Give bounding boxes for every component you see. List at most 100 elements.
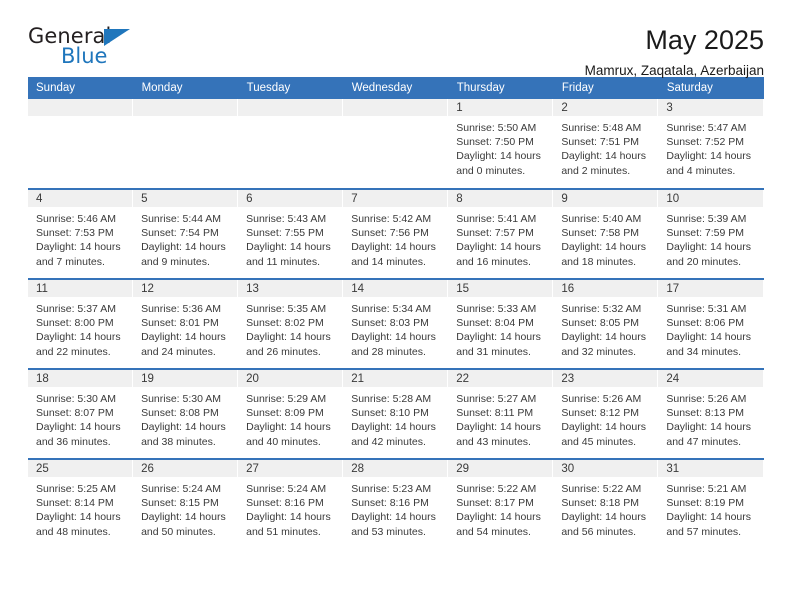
calendar-day-cell — [343, 99, 449, 189]
calendar-day-cell[interactable]: 26 Sunrise: 5:24 AM Sunset: 8:15 PM Dayl… — [133, 458, 239, 549]
calendar-day-cell[interactable]: 9 Sunrise: 5:40 AM Sunset: 7:58 PM Dayli… — [553, 188, 659, 279]
daylight-text-line1: Daylight: 14 hours — [561, 511, 646, 524]
calendar-day-cell[interactable]: 31 Sunrise: 5:21 AM Sunset: 8:19 PM Dayl… — [658, 458, 764, 549]
daylight-text-line1: Daylight: 14 hours — [666, 511, 752, 524]
calendar-day-cell[interactable]: 12 Sunrise: 5:36 AM Sunset: 8:01 PM Dayl… — [133, 278, 239, 369]
day-number: 10 — [658, 190, 764, 207]
calendar-day-cell[interactable]: 4 Sunrise: 5:46 AM Sunset: 7:53 PM Dayli… — [28, 188, 134, 279]
day-number: 25 — [28, 460, 134, 477]
calendar-day-cell[interactable]: 20 Sunrise: 5:29 AM Sunset: 8:09 PM Dayl… — [238, 368, 344, 459]
calendar-day-cell[interactable]: 3 Sunrise: 5:47 AM Sunset: 7:52 PM Dayli… — [658, 99, 764, 189]
sunset-text: Sunset: 8:08 PM — [141, 407, 219, 420]
calendar-day-cell[interactable]: 13 Sunrise: 5:35 AM Sunset: 8:02 PM Dayl… — [238, 278, 344, 369]
calendar-day-cell[interactable]: 30 Sunrise: 5:22 AM Sunset: 8:18 PM Dayl… — [553, 458, 659, 549]
calendar-day-cell[interactable]: 14 Sunrise: 5:34 AM Sunset: 8:03 PM Dayl… — [343, 278, 449, 369]
day-details: Sunrise: 5:28 AM Sunset: 8:10 PM Dayligh… — [343, 387, 448, 449]
day-number: 13 — [238, 280, 344, 297]
calendar-day-cell[interactable]: 5 Sunrise: 5:44 AM Sunset: 7:54 PM Dayli… — [133, 188, 239, 279]
daylight-text-line2: and 51 minutes. — [246, 525, 321, 538]
calendar-day-cell[interactable]: 6 Sunrise: 5:43 AM Sunset: 7:55 PM Dayli… — [238, 188, 344, 279]
sunset-text: Sunset: 8:19 PM — [666, 497, 745, 510]
calendar-day-cell[interactable]: 28 Sunrise: 5:23 AM Sunset: 8:16 PM Dayl… — [343, 458, 449, 549]
day-number: 30 — [553, 460, 659, 477]
sunrise-text: Sunrise: 5:47 AM — [666, 122, 747, 134]
daylight-text-line2: and 54 minutes. — [456, 525, 531, 538]
day-details: Sunrise: 5:47 AM Sunset: 7:52 PM Dayligh… — [658, 116, 763, 178]
day-number: 11 — [28, 280, 134, 297]
daylight-text-line2: and 40 minutes. — [246, 435, 321, 448]
daylight-text-line1: Daylight: 14 hours — [351, 331, 436, 344]
calendar-day-cell[interactable]: 25 Sunrise: 5:25 AM Sunset: 8:14 PM Dayl… — [28, 458, 134, 549]
calendar-day-cell[interactable]: 7 Sunrise: 5:42 AM Sunset: 7:56 PM Dayli… — [343, 188, 449, 279]
sunrise-text: Sunrise: 5:27 AM — [456, 393, 537, 405]
weekday-header-wednesday: Wednesday — [343, 77, 449, 99]
daylight-text-line2: and 53 minutes. — [351, 525, 426, 538]
calendar-day-cell[interactable]: 21 Sunrise: 5:28 AM Sunset: 8:10 PM Dayl… — [343, 368, 449, 459]
sunset-text: Sunset: 8:18 PM — [561, 497, 639, 510]
sunrise-text: Sunrise: 5:43 AM — [246, 213, 327, 225]
daylight-text-line1: Daylight: 14 hours — [246, 241, 331, 254]
calendar-day-cell[interactable]: 1 Sunrise: 5:50 AM Sunset: 7:50 PM Dayli… — [448, 99, 554, 189]
daylight-text-line2: and 9 minutes. — [141, 255, 210, 268]
sunrise-text: Sunrise: 5:31 AM — [666, 303, 747, 315]
daylight-text-line2: and 16 minutes. — [456, 255, 531, 268]
daylight-text-line1: Daylight: 14 hours — [456, 150, 541, 163]
weekday-header-row: Sunday Monday Tuesday Wednesday Thursday… — [28, 77, 765, 99]
daylight-text-line2: and 14 minutes. — [351, 255, 426, 268]
daylight-text-line2: and 57 minutes. — [666, 525, 742, 538]
day-number: 8 — [448, 190, 554, 207]
daylight-text-line1: Daylight: 14 hours — [141, 511, 226, 524]
day-details: Sunrise: 5:50 AM Sunset: 7:50 PM Dayligh… — [448, 116, 553, 178]
sunrise-text: Sunrise: 5:22 AM — [561, 483, 642, 495]
day-number: 9 — [553, 190, 659, 207]
calendar-day-cell[interactable]: 17 Sunrise: 5:31 AM Sunset: 8:06 PM Dayl… — [658, 278, 764, 369]
calendar-day-cell[interactable]: 18 Sunrise: 5:30 AM Sunset: 8:07 PM Dayl… — [28, 368, 134, 459]
day-number: 19 — [133, 370, 239, 387]
day-details: Sunrise: 5:26 AM Sunset: 8:12 PM Dayligh… — [553, 387, 658, 449]
sunset-text: Sunset: 8:02 PM — [246, 317, 324, 330]
weekday-header-thursday: Thursday — [448, 77, 554, 99]
daylight-text-line2: and 18 minutes. — [561, 255, 637, 268]
sunrise-text: Sunrise: 5:40 AM — [561, 213, 642, 225]
calendar-day-cell[interactable]: 23 Sunrise: 5:26 AM Sunset: 8:12 PM Dayl… — [553, 368, 659, 459]
calendar-day-cell[interactable]: 19 Sunrise: 5:30 AM Sunset: 8:08 PM Dayl… — [133, 368, 239, 459]
calendar-day-cell[interactable]: 24 Sunrise: 5:26 AM Sunset: 8:13 PM Dayl… — [658, 368, 764, 459]
calendar-page: General Blue May 2025 Mamrux, Zaqatala, … — [0, 0, 792, 612]
weekday-header-tuesday: Tuesday — [238, 77, 344, 99]
daylight-text-line2: and 28 minutes. — [351, 345, 426, 358]
calendar-day-cell[interactable]: 11 Sunrise: 5:37 AM Sunset: 8:00 PM Dayl… — [28, 278, 134, 369]
daylight-text-line1: Daylight: 14 hours — [561, 241, 646, 254]
daylight-text-line1: Daylight: 14 hours — [246, 421, 331, 434]
calendar-day-cell[interactable]: 27 Sunrise: 5:24 AM Sunset: 8:16 PM Dayl… — [238, 458, 344, 549]
calendar-day-cell[interactable]: 10 Sunrise: 5:39 AM Sunset: 7:59 PM Dayl… — [658, 188, 764, 279]
calendar-week-row: 1 Sunrise: 5:50 AM Sunset: 7:50 PM Dayli… — [28, 99, 764, 189]
sunset-text: Sunset: 8:06 PM — [666, 317, 745, 330]
calendar-day-cell[interactable]: 8 Sunrise: 5:41 AM Sunset: 7:57 PM Dayli… — [448, 188, 554, 279]
sunrise-text: Sunrise: 5:42 AM — [351, 213, 432, 225]
sunset-text: Sunset: 7:57 PM — [456, 227, 534, 240]
calendar-day-cell[interactable]: 22 Sunrise: 5:27 AM Sunset: 8:11 PM Dayl… — [448, 368, 554, 459]
daylight-text-line2: and 22 minutes. — [36, 345, 111, 358]
sunrise-text: Sunrise: 5:32 AM — [561, 303, 642, 315]
calendar-day-cell[interactable]: 2 Sunrise: 5:48 AM Sunset: 7:51 PM Dayli… — [553, 99, 659, 189]
sunrise-text: Sunrise: 5:50 AM — [456, 122, 537, 134]
sunset-text: Sunset: 8:10 PM — [351, 407, 429, 420]
day-number: 12 — [133, 280, 239, 297]
sunrise-text: Sunrise: 5:37 AM — [36, 303, 116, 315]
day-number: 20 — [238, 370, 344, 387]
day-number: 27 — [238, 460, 344, 477]
daylight-text-line2: and 45 minutes. — [561, 435, 637, 448]
sunset-text: Sunset: 8:04 PM — [456, 317, 534, 330]
calendar-day-cell[interactable]: 15 Sunrise: 5:33 AM Sunset: 8:04 PM Dayl… — [448, 278, 554, 369]
sunset-text: Sunset: 7:56 PM — [351, 227, 429, 240]
calendar-day-cell[interactable]: 16 Sunrise: 5:32 AM Sunset: 8:05 PM Dayl… — [553, 278, 659, 369]
general-blue-logo[interactable]: General Blue — [28, 26, 148, 78]
day-details: Sunrise: 5:37 AM Sunset: 8:00 PM Dayligh… — [28, 297, 133, 359]
day-details: Sunrise: 5:40 AM Sunset: 7:58 PM Dayligh… — [553, 207, 658, 269]
calendar-day-cell[interactable]: 29 Sunrise: 5:22 AM Sunset: 8:17 PM Dayl… — [448, 458, 554, 549]
sunset-text: Sunset: 8:11 PM — [456, 407, 534, 420]
day-number: 5 — [133, 190, 239, 207]
sunrise-text: Sunrise: 5:25 AM — [36, 483, 116, 495]
calendar-day-cell — [238, 99, 344, 189]
day-details: Sunrise: 5:46 AM Sunset: 7:53 PM Dayligh… — [28, 207, 133, 269]
